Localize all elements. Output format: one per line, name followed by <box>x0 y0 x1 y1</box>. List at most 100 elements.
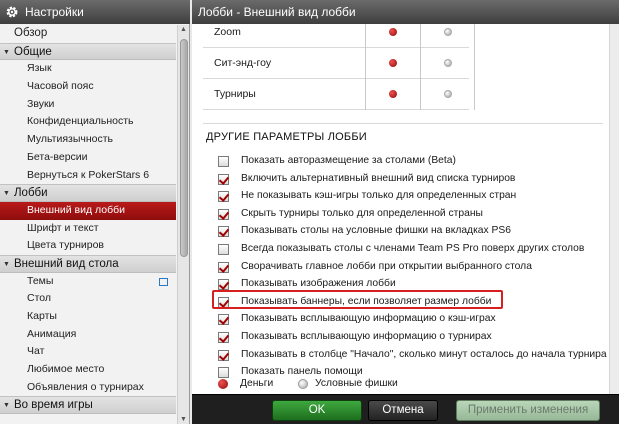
option-label: Показывать всплывающую информацию о кэш-… <box>241 313 496 325</box>
checkbox-checked[interactable] <box>218 279 229 291</box>
sidebar-item-label: Любимое место <box>27 363 105 376</box>
sidebar-item-label: Темы <box>27 274 54 287</box>
option-row[interactable]: Показывать в столбце "Начало", сколько м… <box>218 346 607 364</box>
option-row[interactable]: Показать авторазмещение за столами (Beta… <box>218 152 456 170</box>
section-title: ДРУГИЕ ПАРАМЕТРЫ ЛОББИ <box>206 131 367 143</box>
sidebar-item[interactable]: Язык <box>0 60 176 78</box>
sidebar-item-label: Обзор <box>14 27 48 39</box>
checkbox-checked[interactable] <box>218 191 229 203</box>
sidebar-item-label: Конфиденциальность <box>27 115 134 128</box>
sidebar-item[interactable]: Вернуться к PokerStars 6 <box>0 167 176 185</box>
checkbox-unchecked[interactable] <box>218 367 229 379</box>
sidebar-scroll-thumb[interactable] <box>180 39 188 257</box>
radio-unselected-icon[interactable] <box>444 59 452 67</box>
option-label: Показать авторазмещение за столами (Beta… <box>241 155 456 166</box>
sidebar-item[interactable]: Любимое место <box>0 361 176 379</box>
option-row[interactable]: Всегда показывать столы с членами Team P… <box>218 240 584 258</box>
option-row[interactable]: Сворачивать главное лобби при открытии в… <box>218 258 532 276</box>
collapse-arrow-icon[interactable]: ▼ <box>3 397 10 415</box>
option-row[interactable]: Не показывать кэш-игры только для опреде… <box>218 187 516 205</box>
collapse-arrow-icon[interactable]: ▼ <box>3 44 10 62</box>
radio-selected-icon[interactable] <box>389 28 397 36</box>
checkbox-checked[interactable] <box>218 226 229 238</box>
sidebar-item[interactable]: Стол <box>0 290 176 308</box>
sidebar-section-header[interactable]: ▼ Во время игры <box>0 396 176 415</box>
sidebar-item[interactable]: Карты <box>0 308 176 326</box>
sidebar-item-label: Анимация <box>27 327 77 340</box>
sidebar-header: Настройки <box>0 0 190 24</box>
cancel-button[interactable]: Отмена <box>368 400 438 421</box>
sidebar-item[interactable]: Конфиденциальность <box>0 113 176 131</box>
external-link-icon[interactable] <box>159 277 168 286</box>
radio-selected-icon[interactable] <box>389 59 397 67</box>
option-row[interactable]: Показывать столы на условные фишки на вк… <box>218 222 511 240</box>
checkbox-unchecked[interactable] <box>218 244 229 255</box>
sidebar-item[interactable]: Мультиязычность <box>0 131 176 149</box>
radio-unselected-icon[interactable] <box>444 90 452 98</box>
sidebar-item-label: Внешний вид стола <box>14 257 119 270</box>
sidebar-item-label: Внешний вид лобби <box>27 203 125 216</box>
sidebar-section-header[interactable]: ▼ Внешний вид стола <box>0 254 176 274</box>
radio-money-label: Деньги <box>240 378 274 389</box>
scroll-up-icon[interactable]: ▲ <box>180 26 187 33</box>
sidebar-item-label: Лобби <box>14 187 48 200</box>
sidebar-item[interactable]: Звуки <box>0 96 176 114</box>
option-row[interactable]: Показывать всплывающую информацию о кэш-… <box>218 310 496 328</box>
settings-content: Zoom Сит-энд-гоу Турниры ДРУГИЕ ПАРАМЕТР… <box>192 24 609 394</box>
sidebar-item-label: Бета-версии <box>27 150 88 163</box>
sidebar-item[interactable]: Внешний вид лобби <box>0 201 176 220</box>
radio-play-chips[interactable] <box>298 379 308 389</box>
option-label: Показывать всплывающую информацию о турн… <box>241 331 492 342</box>
sidebar-scrollbar[interactable]: ▲ ▼ <box>177 25 189 424</box>
sidebar-item[interactable]: Бета-версии <box>0 149 176 167</box>
sidebar-item[interactable]: Цвета турниров <box>0 237 176 255</box>
checkbox-checked[interactable] <box>218 314 229 326</box>
option-label: Сворачивать главное лобби при открытии в… <box>241 260 532 272</box>
lobby-row-label: Zoom <box>214 26 241 38</box>
sidebar-item[interactable]: Шрифт и текст <box>0 220 176 238</box>
ok-button[interactable]: OK <box>272 400 362 421</box>
sidebar-item[interactable]: Чат <box>0 343 176 361</box>
sidebar-item-label: Язык <box>27 62 52 75</box>
radio-unselected-icon[interactable] <box>444 28 452 36</box>
collapse-arrow-icon[interactable]: ▼ <box>3 256 10 274</box>
sidebar-item[interactable]: Обзор <box>0 25 176 43</box>
checkbox-checked[interactable] <box>218 173 229 185</box>
gear-icon <box>6 6 18 18</box>
apply-changes-button[interactable]: Применить изменения <box>456 400 600 421</box>
checkbox-checked[interactable] <box>218 208 229 220</box>
lobby-row-label: Турниры <box>214 88 256 100</box>
lobby-row-sng: Сит-энд-гоу <box>203 48 475 79</box>
sidebar-item-label: Вернуться к PokerStars 6 <box>27 168 150 181</box>
sidebar-item-label: Часовой пояс <box>27 80 94 93</box>
sidebar-item[interactable]: Темы <box>0 273 176 291</box>
option-row[interactable]: Показывать всплывающую информацию о турн… <box>218 328 492 346</box>
checkbox-checked[interactable] <box>218 332 229 343</box>
sidebar-item-label: Карты <box>27 310 57 322</box>
option-label: Показывать в столбце "Начало", сколько м… <box>241 348 607 360</box>
option-label: Не показывать кэш-игры только для опреде… <box>241 190 517 202</box>
page-title: Лобби - Внешний вид лобби <box>192 0 619 24</box>
sidebar-item[interactable]: Часовой пояс <box>0 78 176 96</box>
sidebar-nav: Обзор ▼ Общие Язык Часовой пояс Звуки Конфиден… <box>0 25 176 415</box>
checkbox-checked[interactable] <box>218 261 229 273</box>
settings-sidebar: Настройки Обзор ▼ Общие Язык Часовой пояс Зву… <box>0 0 190 424</box>
main-scrollbar[interactable] <box>609 24 619 394</box>
lobby-row-tournaments: Турниры <box>203 79 475 110</box>
option-row[interactable]: Включить альтернативный внешний вид спис… <box>218 170 515 188</box>
settings-main-panel: Лобби - Внешний вид лобби Zoom Сит-энд-г… <box>192 0 619 424</box>
checkbox-unchecked[interactable] <box>218 156 229 167</box>
sidebar-section-header[interactable]: ▼ Общие <box>0 42 176 62</box>
footer-bar: OK Отмена Применить изменения <box>192 394 619 424</box>
option-row[interactable]: Скрыть турниры только для определенной с… <box>218 205 483 223</box>
option-label: Показывать столы на условные фишки на вк… <box>241 225 511 237</box>
sidebar-item-label: Цвета турниров <box>27 239 104 252</box>
collapse-arrow-icon[interactable]: ▼ <box>3 185 10 203</box>
radio-selected-icon[interactable] <box>389 90 397 98</box>
sidebar-item[interactable]: Объявления о турнирах <box>0 379 176 397</box>
checkbox-checked[interactable] <box>218 349 229 361</box>
sidebar-item[interactable]: Анимация <box>0 326 176 344</box>
sidebar-section-header[interactable]: ▼ Лобби <box>0 184 176 202</box>
scroll-down-icon[interactable]: ▼ <box>180 416 187 423</box>
radio-money[interactable] <box>218 379 228 389</box>
